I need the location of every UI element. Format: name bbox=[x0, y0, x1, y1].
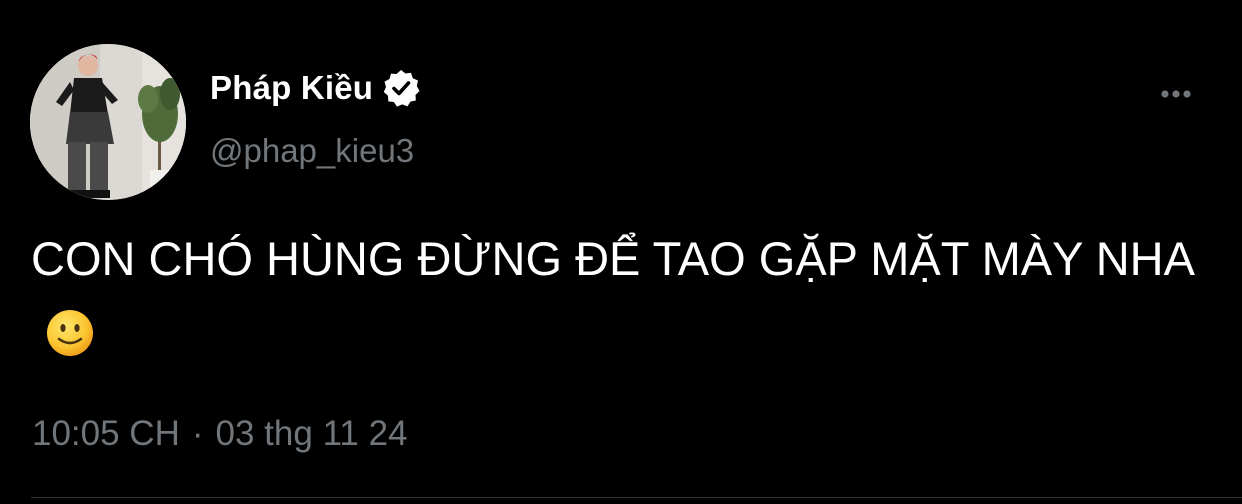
verified-badge-icon bbox=[381, 68, 421, 108]
avatar-image bbox=[30, 44, 186, 200]
meta-separator: · bbox=[191, 414, 204, 453]
slightly-smiling-face-icon bbox=[45, 305, 95, 356]
divider bbox=[31, 497, 1242, 498]
tweet-text: CON CHÓ HÙNG ĐỪNG ĐỂ TAO GẶP MẶT MÀY NHA bbox=[31, 222, 1236, 370]
avatar[interactable] bbox=[30, 44, 186, 200]
tweet-meta: 10:05 CH · 03 thg 11 24 bbox=[32, 414, 408, 454]
author-name-row[interactable]: Pháp Kiều bbox=[210, 64, 421, 112]
display-name[interactable]: Pháp Kiều bbox=[210, 69, 373, 107]
tweet: Pháp Kiều @phap_kieu3 CON CHÓ HÙNG ĐỪNG … bbox=[0, 0, 1242, 504]
tweet-body: CON CHÓ HÙNG ĐỪNG ĐỂ TAO GẶP MẶT MÀY NHA bbox=[31, 232, 1195, 285]
handle[interactable]: @phap_kieu3 bbox=[210, 132, 414, 170]
tweet-time[interactable]: 10:05 CH bbox=[32, 414, 180, 454]
tweet-date[interactable]: 03 thg 11 24 bbox=[216, 414, 408, 454]
more-options-icon[interactable] bbox=[1152, 78, 1200, 110]
